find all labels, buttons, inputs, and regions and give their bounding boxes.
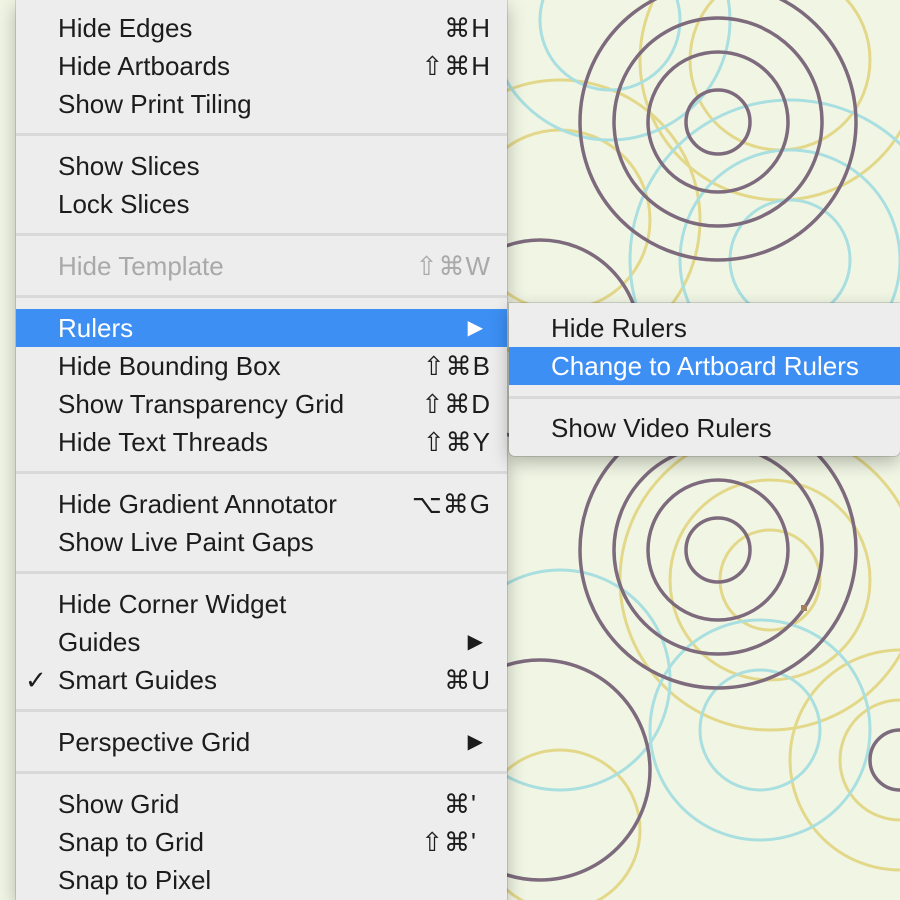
submenu-arrow-icon: ▶ <box>467 317 483 339</box>
menu-item-hide-bounding-box[interactable]: Hide Bounding Box ⇧⌘B <box>16 347 507 385</box>
menu-item-guides[interactable]: Guides ▶ <box>16 623 507 661</box>
menu-item-label: Rulers <box>58 313 134 343</box>
menu-item-label: Show Print Tiling <box>58 89 252 119</box>
menu-separator <box>16 471 507 474</box>
menu-item-label: Hide Gradient Annotator <box>58 489 337 519</box>
menu-separator <box>16 709 507 712</box>
menu-item-show-slices[interactable]: Show Slices <box>16 147 507 185</box>
menu-separator <box>509 396 900 399</box>
menu-item-shortcut: ⇧⌘' <box>421 827 477 857</box>
menu-item-hide-corner-widget[interactable]: Hide Corner Widget <box>16 585 507 623</box>
view-menu: Hide Edges ⌘H Hide Artboards ⇧⌘H Show Pr… <box>16 0 507 900</box>
menu-item-hide-text-threads[interactable]: Hide Text Threads ⇧⌘Y <box>16 423 507 461</box>
menu-item-lock-slices[interactable]: Lock Slices <box>16 185 507 223</box>
menu-item-hide-edges[interactable]: Hide Edges ⌘H <box>16 9 507 47</box>
menu-separator <box>16 233 507 236</box>
menu-item-hide-gradient-annotator[interactable]: Hide Gradient Annotator ⌥⌘G <box>16 485 507 523</box>
submenu-item-show-video-rulers[interactable]: Show Video Rulers <box>509 409 900 447</box>
menu-item-label: Lock Slices <box>58 189 190 219</box>
menu-item-rulers[interactable]: Rulers ▶ <box>16 309 507 347</box>
menu-item-shortcut: ⌥⌘G <box>411 489 491 519</box>
menu-item-snap-to-grid[interactable]: Snap to Grid ⇧⌘' <box>16 823 507 861</box>
menu-item-shortcut: ⌘H <box>444 13 491 43</box>
menu-item-label: Show Video Rulers <box>551 413 772 443</box>
menu-item-snap-to-pixel[interactable]: Snap to Pixel <box>16 861 507 899</box>
menu-item-label: Guides <box>58 627 141 657</box>
menu-item-label: Hide Bounding Box <box>58 351 281 381</box>
menu-item-label: Show Transparency Grid <box>58 389 345 419</box>
menu-item-show-print-tiling[interactable]: Show Print Tiling <box>16 85 507 123</box>
menu-item-label: Perspective Grid <box>58 727 251 757</box>
menu-item-label: Hide Corner Widget <box>58 589 287 619</box>
menu-item-shortcut: ⇧⌘H <box>421 51 491 81</box>
checkmark-icon: ✓ <box>25 665 47 695</box>
menu-item-label: Hide Edges <box>58 13 193 43</box>
rulers-submenu: Hide Rulers Change to Artboard Rulers Sh… <box>509 303 900 456</box>
menu-item-hide-artboards[interactable]: Hide Artboards ⇧⌘H <box>16 47 507 85</box>
menu-item-label: Snap to Grid <box>58 827 204 857</box>
menu-item-label: Show Live Paint Gaps <box>58 527 314 557</box>
menu-item-show-grid[interactable]: Show Grid ⌘' <box>16 785 507 823</box>
submenu-arrow-icon: ▶ <box>467 631 483 653</box>
menu-separator <box>16 771 507 774</box>
submenu-item-hide-rulers[interactable]: Hide Rulers <box>509 309 900 347</box>
menu-item-smart-guides[interactable]: ✓ Smart Guides ⌘U <box>16 661 507 699</box>
menu-item-label: Show Slices <box>58 151 200 181</box>
menu-item-label: Snap to Pixel <box>58 865 212 895</box>
submenu-item-change-to-artboard-rulers[interactable]: Change to Artboard Rulers <box>509 347 900 385</box>
menu-item-shortcut: ⇧⌘B <box>422 351 491 381</box>
menu-separator <box>16 571 507 574</box>
menu-item-label: Smart Guides <box>58 665 217 695</box>
menu-item-label: Hide Artboards <box>58 51 230 81</box>
menu-item-hide-template: Hide Template ⇧⌘W <box>16 247 507 285</box>
menu-item-perspective-grid[interactable]: Perspective Grid ▶ <box>16 723 507 761</box>
menu-item-shortcut: ⌘U <box>444 665 491 695</box>
submenu-arrow-icon: ▶ <box>467 731 483 753</box>
menu-item-shortcut: ⇧⌘D <box>421 389 491 419</box>
menu-item-label: Change to Artboard Rulers <box>551 351 859 381</box>
menu-item-show-live-paint-gaps[interactable]: Show Live Paint Gaps <box>16 523 507 561</box>
menu-item-label: Hide Text Threads <box>58 427 269 457</box>
menu-separator <box>16 133 507 136</box>
menu-separator <box>16 295 507 298</box>
menu-item-shortcut: ⇧⌘Y <box>422 427 491 457</box>
menu-item-shortcut: ⌘' <box>444 789 477 819</box>
menu-item-label: Hide Rulers <box>551 313 687 343</box>
menu-item-label: Show Grid <box>58 789 180 819</box>
menu-item-shortcut: ⇧⌘W <box>415 251 491 281</box>
menu-item-show-transparency-grid[interactable]: Show Transparency Grid ⇧⌘D <box>16 385 507 423</box>
menu-item-label: Hide Template <box>58 251 224 281</box>
